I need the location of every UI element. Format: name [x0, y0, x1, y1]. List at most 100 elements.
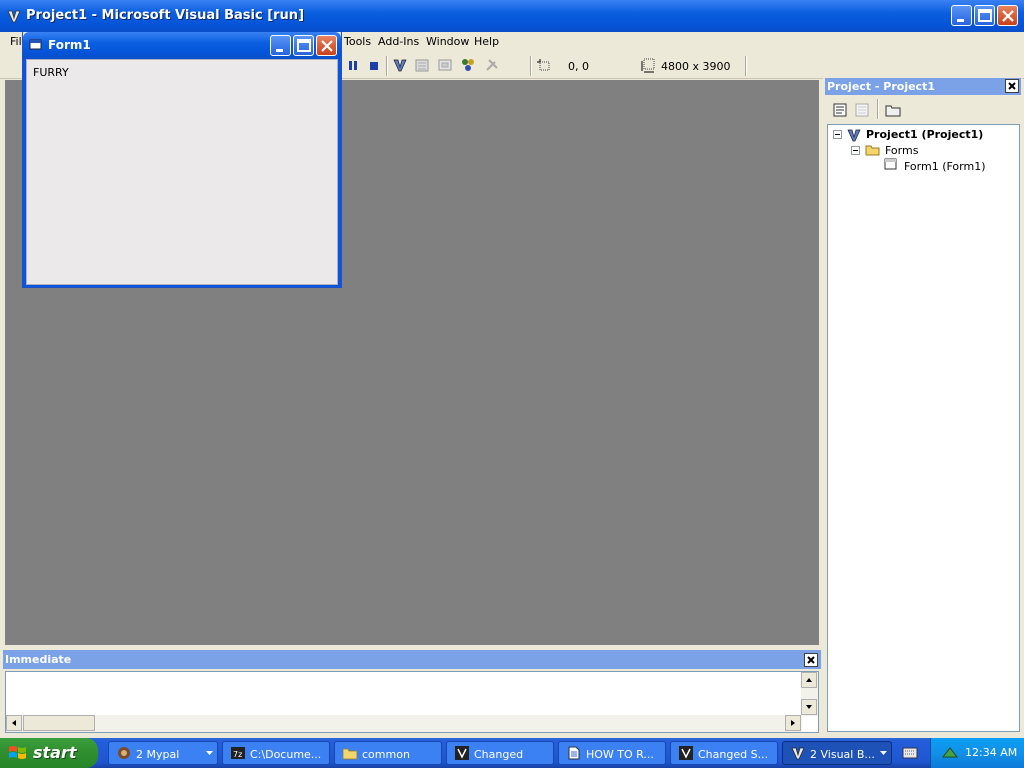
- toolbar-separator: [877, 99, 879, 119]
- project-explorer-icon[interactable]: [392, 57, 408, 73]
- horizontal-scrollbar[interactable]: [6, 715, 802, 732]
- size-icon: [641, 58, 655, 73]
- close-icon: [807, 656, 815, 664]
- immediate-title: Immediate: [5, 653, 72, 666]
- vb-app-icon: [791, 747, 805, 760]
- project-tree: Project1 (Project1) Forms Form1 (Form1): [827, 124, 1020, 732]
- minimize-icon: [957, 19, 964, 22]
- chevron-down-icon: [880, 751, 887, 755]
- 7zip-icon: 7z: [231, 747, 245, 759]
- taskbar-button-documents[interactable]: 7z C:\Docume...: [222, 741, 330, 765]
- vb-app-icon: [455, 746, 469, 760]
- taskbar-button-changed-s[interactable]: Changed S...: [670, 741, 778, 765]
- task-label: common: [362, 748, 410, 761]
- form1-window[interactable]: Form1 FURRY: [22, 32, 342, 288]
- menu-add-ins[interactable]: Add-Ins: [378, 35, 419, 48]
- maximize-icon: [978, 9, 992, 22]
- view-code-icon[interactable]: [832, 102, 848, 118]
- scroll-thumb[interactable]: [23, 715, 95, 731]
- main-title-bar[interactable]: Project1 - Microsoft Visual Basic [run]: [0, 0, 1024, 32]
- immediate-text-area[interactable]: [5, 671, 819, 733]
- arrow-up-icon: [806, 678, 812, 682]
- windows-logo-icon: [9, 746, 26, 759]
- close-icon: [321, 40, 333, 52]
- arrow-down-icon: [806, 705, 812, 709]
- taskbar-button-changed[interactable]: Changed: [446, 741, 554, 765]
- immediate-window: Immediate: [3, 650, 821, 734]
- arrow-right-icon: [791, 720, 795, 726]
- project-icon: [847, 129, 861, 142]
- clock[interactable]: 12:34 AM: [965, 746, 1017, 759]
- toggle-folders-icon[interactable]: [885, 102, 901, 118]
- menu-tools[interactable]: Tools: [344, 35, 371, 48]
- project-explorer: Project - Project1 Project1 (Project1) F…: [823, 78, 1022, 734]
- toolbar-separator: [530, 56, 532, 76]
- immediate-close-button[interactable]: [804, 653, 818, 667]
- arrow-left-icon: [12, 720, 16, 726]
- form-layout-icon[interactable]: [437, 57, 453, 73]
- stop-icon[interactable]: [366, 57, 382, 73]
- scroll-up-arrow[interactable]: [801, 672, 817, 688]
- taskbar-button-how-to[interactable]: HOW TO R...: [558, 741, 666, 765]
- pause-icon[interactable]: [345, 57, 361, 73]
- taskbar: start 2 Mypal 7z C:\Docume... common Cha…: [0, 738, 1024, 768]
- folder-icon: [343, 748, 357, 760]
- keyboard-icon[interactable]: [902, 746, 918, 760]
- task-label: 2 Mypal: [136, 748, 180, 761]
- toolbox-icon[interactable]: [484, 57, 500, 73]
- minimize-button[interactable]: [951, 5, 972, 26]
- tree-node-forms[interactable]: Forms: [885, 144, 918, 157]
- taskbar-button-common[interactable]: common: [334, 741, 442, 765]
- taskbar-button-visual-basic[interactable]: 2 Visual B...: [782, 741, 892, 765]
- size-readout: 4800 x 3900: [661, 60, 731, 73]
- vertical-scrollbar[interactable]: [801, 672, 818, 716]
- form1-close-button[interactable]: [316, 35, 337, 56]
- form1-minimize-button[interactable]: [270, 35, 291, 56]
- task-label: C:\Docume...: [250, 748, 322, 761]
- minimize-icon: [276, 49, 283, 52]
- tree-node-project[interactable]: Project1 (Project1): [866, 128, 983, 141]
- maximize-icon: [297, 39, 311, 52]
- scroll-left-arrow[interactable]: [6, 715, 22, 731]
- form-icon: [29, 39, 42, 50]
- form1-maximize-button[interactable]: [293, 35, 314, 56]
- menu-help[interactable]: Help: [474, 35, 499, 48]
- object-browser-icon[interactable]: [460, 57, 476, 73]
- tree-collapse-project[interactable]: [833, 130, 842, 139]
- menu-window[interactable]: Window: [426, 35, 469, 48]
- close-icon: [1002, 10, 1014, 22]
- project-explorer-toolbar: [825, 98, 1021, 120]
- position-icon: [537, 59, 550, 71]
- scroll-right-arrow[interactable]: [785, 715, 801, 731]
- task-label: HOW TO R...: [586, 748, 654, 761]
- vb-app-icon: [7, 10, 21, 23]
- tree-collapse-forms[interactable]: [851, 146, 860, 155]
- form1-title-bar[interactable]: Form1: [23, 32, 341, 59]
- taskbar-button-mypal[interactable]: 2 Mypal: [108, 741, 218, 765]
- mypal-icon: [118, 747, 130, 759]
- task-label: Changed: [474, 748, 524, 761]
- form-icon: [884, 158, 897, 170]
- view-object-icon[interactable]: [854, 102, 870, 118]
- maximize-button[interactable]: [974, 5, 995, 26]
- form1-border-right: [338, 59, 341, 287]
- document-icon: [568, 746, 580, 760]
- form1-title: Form1: [48, 38, 91, 52]
- project-explorer-close-button[interactable]: [1005, 79, 1019, 93]
- menu-file[interactable]: Fil: [10, 35, 22, 48]
- position-readout: 0, 0: [568, 60, 589, 73]
- tree-node-form1[interactable]: Form1 (Form1): [904, 160, 986, 173]
- system-tray: 12:34 AM: [930, 738, 1024, 768]
- form1-client-area: FURRY: [26, 59, 338, 285]
- start-button[interactable]: start: [0, 738, 98, 768]
- network-icon[interactable]: [941, 745, 959, 761]
- chevron-down-icon: [206, 751, 213, 755]
- vb-app-icon: [679, 746, 693, 760]
- scroll-down-arrow[interactable]: [801, 699, 817, 715]
- properties-window-icon[interactable]: [414, 57, 430, 73]
- folder-open-icon: [865, 145, 880, 156]
- window-title: Project1 - Microsoft Visual Basic [run]: [26, 8, 305, 23]
- close-button[interactable]: [997, 5, 1018, 26]
- svg-text:7z: 7z: [233, 750, 242, 759]
- project-explorer-title: Project - Project1: [827, 80, 935, 93]
